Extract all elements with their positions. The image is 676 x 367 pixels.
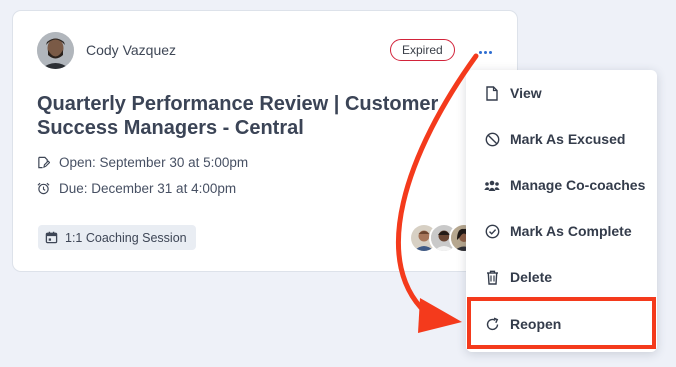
session-type-chip: 1:1 Coaching Session	[38, 225, 196, 250]
status-badge: Expired	[390, 39, 455, 61]
edit-icon	[38, 156, 50, 168]
stage: Cody Vazquez Expired Quarterly Performan…	[0, 0, 676, 367]
session-card[interactable]: Cody Vazquez Expired Quarterly Performan…	[12, 10, 518, 272]
ban-icon	[484, 131, 500, 147]
menu-item-label: Delete	[510, 269, 553, 285]
menu-item-label: Mark As Excused	[510, 131, 626, 147]
session-title[interactable]: Quarterly Performance Review | Customer …	[37, 92, 457, 140]
options-menu: View Mark As Excused Manage Co-coaches M…	[466, 70, 657, 352]
calendar-icon	[45, 231, 58, 244]
menu-item-view[interactable]: View	[466, 78, 657, 108]
menu-item-label: Reopen	[510, 316, 562, 332]
dot-icon	[489, 51, 492, 54]
due-date-label: Due: December 31 at 4:00pm	[59, 180, 237, 196]
more-options-button[interactable]	[476, 38, 494, 62]
redo-icon	[484, 316, 500, 332]
open-date-label: Open: September 30 at 5:00pm	[59, 154, 249, 170]
dot-icon	[484, 51, 487, 54]
trash-icon	[484, 269, 500, 285]
alarm-clock-icon	[37, 182, 50, 194]
dot-icon	[479, 51, 482, 54]
menu-item-delete[interactable]: Delete	[466, 262, 657, 292]
check-circle-icon	[484, 223, 500, 239]
menu-item-reopen[interactable]: Reopen	[466, 309, 657, 339]
menu-item-label: Mark As Complete	[510, 223, 632, 239]
owner-name: Cody Vazquez	[86, 42, 177, 58]
menu-item-label: View	[510, 85, 542, 101]
menu-item-mark-as-excused[interactable]: Mark As Excused	[466, 124, 657, 154]
menu-item-manage-co-coaches[interactable]: Manage Co-coaches	[466, 170, 657, 200]
owner-avatar	[37, 32, 74, 69]
due-date: Due: December 31 at 4:00pm	[37, 179, 236, 197]
users-icon	[484, 177, 500, 193]
document-icon	[484, 85, 500, 101]
open-date: Open: September 30 at 5:00pm	[37, 153, 248, 171]
menu-item-mark-as-complete[interactable]: Mark As Complete	[466, 216, 657, 246]
menu-item-label: Manage Co-coaches	[510, 177, 646, 193]
session-type-label: 1:1 Coaching Session	[65, 230, 187, 245]
